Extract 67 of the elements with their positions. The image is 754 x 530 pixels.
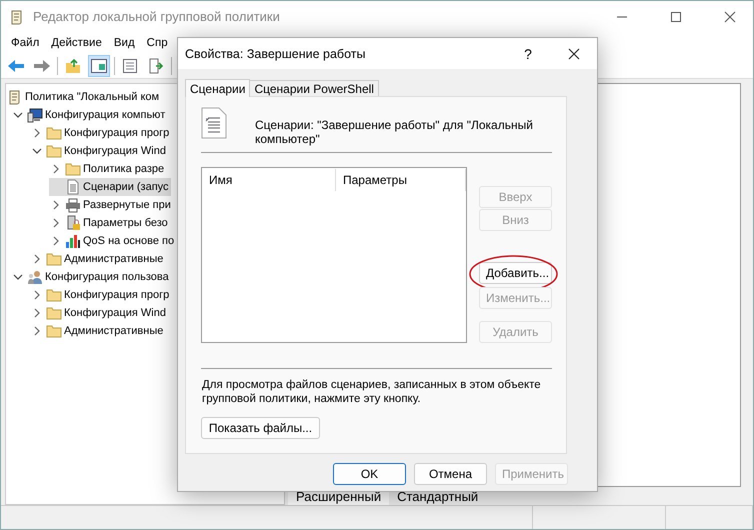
folder-icon bbox=[46, 323, 62, 339]
side-button[interactable]: Добавить... bbox=[479, 262, 552, 284]
column-header[interactable]: Параметры bbox=[336, 169, 466, 191]
dialog-title: Свойства: Завершение работы bbox=[185, 46, 366, 60]
menu-item[interactable]: Действие bbox=[45, 37, 108, 49]
properties-icon bbox=[122, 58, 138, 74]
tree-item[interactable]: Развернутые при bbox=[49, 196, 173, 214]
folder-icon bbox=[46, 251, 62, 267]
users-icon bbox=[27, 269, 43, 285]
column-header[interactable]: Имя bbox=[202, 169, 336, 191]
dialog-tab[interactable]: Сценарии bbox=[185, 79, 250, 97]
dialog-button[interactable]: OK bbox=[333, 463, 406, 485]
tree-item[interactable]: Конфигурация прогр bbox=[30, 124, 172, 142]
close-icon bbox=[568, 48, 580, 60]
chevron-right-icon[interactable] bbox=[32, 326, 42, 336]
scripts-heading: Сценарии: "Завершение работы" для "Локальный компьютер" bbox=[255, 118, 534, 146]
computer-icon bbox=[27, 107, 43, 123]
dialog-button[interactable]: Отмена bbox=[414, 463, 487, 485]
close-icon bbox=[724, 10, 736, 22]
tree-item[interactable]: Конфигурация пользова bbox=[11, 268, 171, 286]
back-arrow-icon bbox=[7, 59, 25, 73]
tree-item[interactable]: Конфигурация компьют bbox=[11, 106, 168, 124]
script-icon bbox=[65, 179, 81, 195]
folder-up-icon bbox=[65, 58, 81, 74]
tree-item[interactable]: Сценарии (запус bbox=[49, 178, 171, 196]
window-title: Редактор локальной групповой политики bbox=[33, 9, 280, 24]
chevron-right-icon[interactable] bbox=[51, 236, 61, 246]
maximize-icon bbox=[670, 10, 682, 22]
chevron-down-icon[interactable] bbox=[32, 146, 42, 156]
tree-item[interactable]: Политика "Локальный ком bbox=[7, 88, 162, 106]
chevron-right-icon[interactable] bbox=[32, 308, 42, 318]
show-files-button[interactable]: Показать файлы... bbox=[201, 417, 320, 439]
tree-item[interactable]: Конфигурация Wind bbox=[30, 142, 168, 160]
menu-item[interactable]: Файл bbox=[5, 37, 46, 49]
bar-chart-icon bbox=[65, 233, 81, 249]
folder-icon bbox=[46, 305, 62, 321]
folder-icon bbox=[46, 125, 62, 141]
tree-item[interactable]: Конфигурация прогр bbox=[30, 286, 172, 304]
export-icon bbox=[148, 58, 164, 74]
server-lock-icon bbox=[65, 215, 81, 231]
tree-item[interactable]: Административные bbox=[30, 250, 166, 268]
menu-item[interactable]: Вид bbox=[108, 37, 141, 49]
chevron-right-icon[interactable] bbox=[51, 164, 61, 174]
tree-item[interactable]: QoS на основе по bbox=[49, 232, 176, 250]
chevron-right-icon[interactable] bbox=[32, 254, 42, 264]
chevron-down-icon[interactable] bbox=[13, 110, 23, 120]
printer-icon bbox=[65, 197, 81, 213]
forward-arrow-icon bbox=[33, 59, 51, 73]
chevron-right-icon[interactable] bbox=[51, 200, 61, 210]
menu-item[interactable]: Спр bbox=[140, 37, 174, 49]
tree-item[interactable]: Параметры безо bbox=[49, 214, 170, 232]
tree-item[interactable]: Конфигурация Wind bbox=[30, 304, 168, 322]
tree-toggle-button[interactable] bbox=[88, 55, 110, 77]
chevron-down-icon[interactable] bbox=[13, 272, 23, 282]
help-button[interactable]: ? bbox=[505, 38, 551, 69]
folder-icon bbox=[46, 287, 62, 303]
tree-item[interactable]: Политика разре bbox=[49, 160, 166, 178]
panel-icon bbox=[91, 59, 107, 73]
tree-item[interactable]: Административные bbox=[30, 322, 166, 340]
chevron-right-icon[interactable] bbox=[32, 128, 42, 138]
script-document-icon bbox=[201, 107, 227, 139]
chevron-right-icon[interactable] bbox=[51, 218, 61, 228]
scripts-list[interactable]: Имя Параметры bbox=[201, 167, 467, 343]
chevron-right-icon[interactable] bbox=[32, 290, 42, 300]
folder-icon bbox=[46, 143, 62, 159]
info-text: Для просмотра файлов сценариев, записанных в этом объекте групповой политики, нажмите эту кнопку. bbox=[202, 378, 542, 406]
dialog-tab[interactable]: Сценарии PowerShell bbox=[249, 80, 379, 96]
